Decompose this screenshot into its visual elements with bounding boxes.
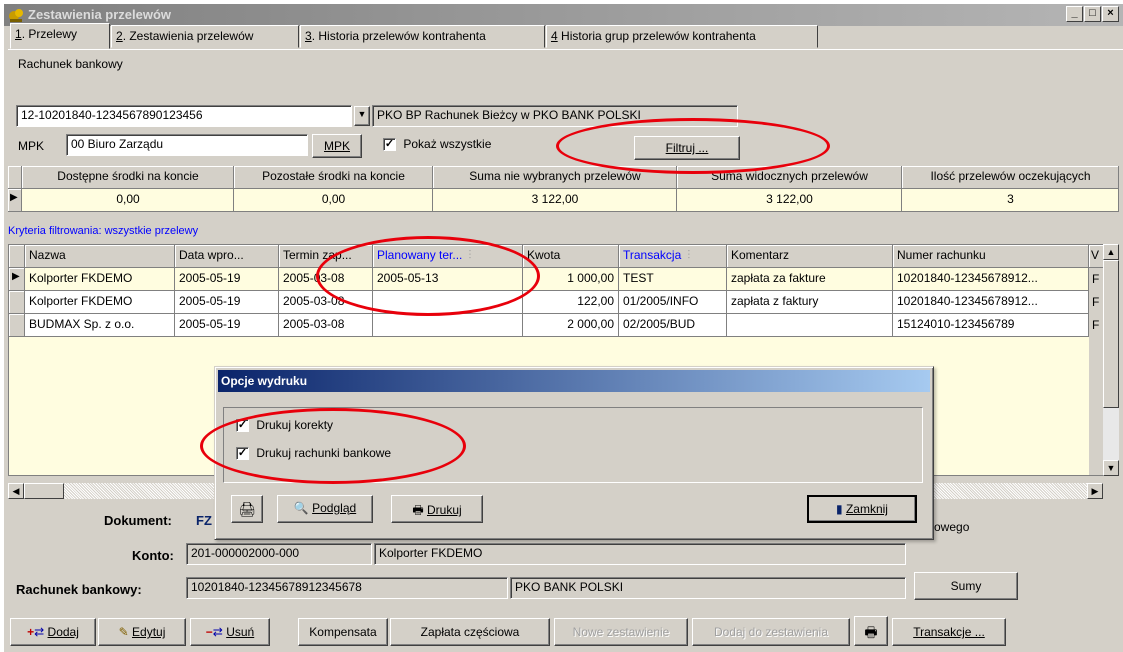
col-kwota[interactable]: Kwota — [523, 245, 619, 268]
printer-setup-icon[interactable]: 🖨 — [231, 495, 263, 523]
document-suffix: owego — [934, 520, 970, 534]
table-row[interactable]: BUDMAX Sp. z o.o. 2005-05-19 2005-03-08 … — [9, 314, 1089, 337]
dialog-title[interactable]: Opcje wydruku — [218, 370, 930, 392]
grid-vertical-scrollbar[interactable]: ▲ ▼ — [1103, 244, 1119, 476]
transfers-header: Nazwa Data wpro... Termin zap... Planowa… — [9, 245, 1106, 268]
scroll-down-icon[interactable]: ▼ — [1103, 460, 1119, 476]
scroll-right-icon[interactable]: ▶ — [1087, 483, 1103, 499]
hscroll-thumb[interactable] — [24, 483, 64, 499]
maximize-button[interactable]: □ — [1084, 6, 1101, 22]
partial-payment-button[interactable]: Zapłata częściowa — [390, 618, 550, 646]
title-bar[interactable]: Zestawienia przelewów _ □ × — [4, 4, 1123, 26]
preview-button[interactable]: 🔍 Podgląd — [277, 495, 373, 523]
col-numer-rachunku[interactable]: Numer rachunku — [893, 245, 1089, 268]
tab-przelewy[interactable]: 1. Przelewy — [10, 23, 110, 49]
transactions-button[interactable]: Transakcje ... — [892, 618, 1006, 646]
tab-zestawienia[interactable]: 2. Zestawienia przelewów — [111, 25, 299, 48]
sort-icon: ⫶ — [687, 248, 691, 262]
preview-icon: 🔍 — [293, 501, 309, 515]
minimize-button[interactable]: _ — [1066, 6, 1083, 22]
summary-col-pending[interactable]: Ilość przelewów oczekujących — [902, 166, 1119, 189]
tab-panel-border — [8, 49, 1123, 50]
mpk-input[interactable]: 00 Biuro Zarządu — [66, 134, 308, 156]
filter-criteria: Kryteria filtrowania: wszystkie przelewy — [8, 225, 199, 237]
delete-button[interactable]: −⇄ Usuń — [190, 618, 270, 646]
col-data-wprowadzenia[interactable]: Data wpro... — [175, 245, 279, 268]
door-icon: ▮ — [836, 502, 843, 516]
new-statement-button[interactable]: Nowe zestawienie — [554, 618, 688, 646]
col-nazwa[interactable]: Nazwa — [25, 245, 175, 268]
summary-row[interactable]: ▶ 0,00 0,00 3 122,00 3 122,00 3 — [8, 189, 1119, 212]
tab-historia-kontrahenta[interactable]: 3. Historia przelewów kontrahenta — [300, 25, 545, 48]
tab-historia-grup[interactable]: 4 Historia grup przelewów kontrahenta — [546, 25, 818, 48]
highlight-ellipse-filter — [556, 118, 830, 174]
add-to-statement-button[interactable]: Dodaj do zestawienia — [692, 618, 850, 646]
close-button[interactable]: ▮ Zamknij — [807, 495, 917, 523]
bank-name: PKO BANK POLSKI — [510, 577, 906, 599]
scroll-thumb[interactable] — [1103, 260, 1119, 408]
edit-button[interactable]: ✎ Edytuj — [98, 618, 186, 646]
table-row[interactable]: ▶ Kolporter FKDEMO 2005-05-19 2005-03-08… — [9, 268, 1089, 291]
account-number: 12-10201840-1234567890123456 — [21, 108, 203, 122]
mpk-button[interactable]: MPK — [312, 134, 362, 158]
show-all-check-icon: ✓ — [383, 138, 396, 152]
summary-header: Dostępne środki na koncie Pozostałe środ… — [8, 166, 1119, 189]
edit-icon: ✎ — [118, 625, 129, 639]
col-komentarz[interactable]: Komentarz — [727, 245, 893, 268]
add-button[interactable]: +⇄ Dodaj — [10, 618, 96, 646]
highlight-ellipse-planned-date — [316, 236, 540, 316]
document-label: Dokument: — [104, 513, 172, 528]
window-title: Zestawienia przelewów — [28, 7, 172, 22]
sums-button[interactable]: Sumy — [914, 572, 1018, 600]
account-dropdown-icon[interactable]: ▼ — [354, 106, 370, 126]
col-transakcja[interactable]: Transakcja ⫶ — [619, 245, 727, 268]
konto-name: Kolporter FKDEMO — [374, 543, 906, 565]
main-window: Zestawienia przelewów _ □ × 1. Przelewy … — [4, 4, 1123, 652]
row-pointer-icon: ▶ — [9, 268, 25, 291]
delete-icon: − — [205, 625, 213, 639]
bank-account-label: Rachunek bankowy: — [16, 582, 142, 597]
scroll-up-icon[interactable]: ▲ — [1103, 244, 1119, 260]
scroll-left-icon[interactable]: ◀ — [8, 483, 24, 499]
konto-label: Konto: — [132, 548, 174, 563]
app-icon — [9, 9, 23, 22]
document-value: FZ — [196, 513, 212, 528]
print-icon: 🖶 — [412, 503, 424, 517]
row-pointer-icon: ▶ — [8, 189, 22, 212]
show-all-checkbox[interactable]: ✓ Pokaż wszystkie — [383, 137, 491, 152]
summary-col-available[interactable]: Dostępne środki na koncie — [22, 166, 234, 189]
mpk-label: MPK — [18, 139, 45, 153]
bank-account-number: 10201840-12345678912345678 — [186, 577, 508, 599]
close-window-button[interactable]: × — [1102, 6, 1119, 22]
account-select[interactable]: 12-10201840-1234567890123456 — [16, 105, 352, 127]
print-icon[interactable]: 🖶 — [854, 616, 888, 646]
highlight-ellipse-print-options — [200, 408, 466, 484]
print-button[interactable]: 🖶 Drukuj — [391, 495, 483, 523]
summary-grid: Dostępne środki na koncie Pozostałe środ… — [8, 166, 1119, 212]
table-row[interactable]: Kolporter FKDEMO 2005-05-19 2005-03-08 1… — [9, 291, 1089, 314]
konto-value: 201-000002000-000 — [186, 543, 372, 565]
account-label: Rachunek bankowy — [18, 57, 123, 71]
summary-col-remaining[interactable]: Pozostałe środki na koncie — [234, 166, 433, 189]
compensate-button[interactable]: Kompensata — [298, 618, 388, 646]
